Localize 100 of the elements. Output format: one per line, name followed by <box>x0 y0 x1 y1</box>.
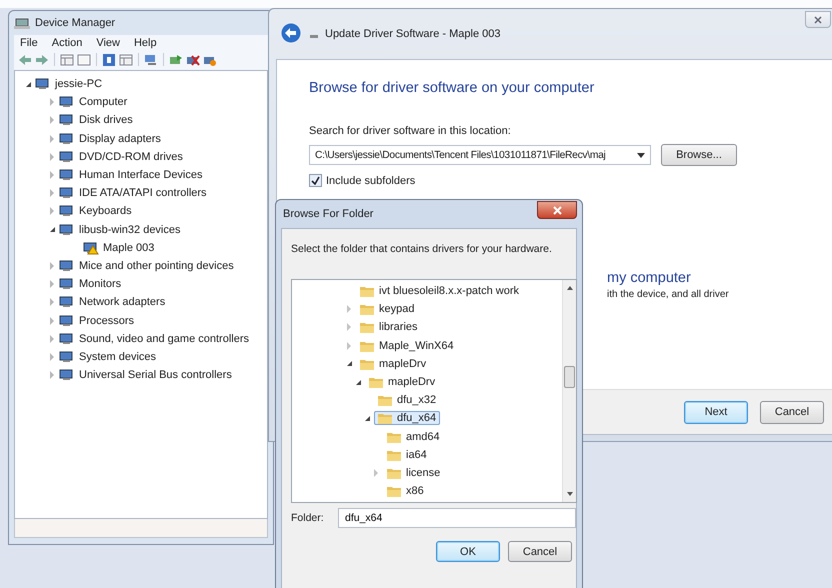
forward-arrow-icon[interactable] <box>35 54 49 66</box>
window-icon[interactable] <box>77 54 91 66</box>
tree-item[interactable]: libusb-win32 devices <box>79 224 180 236</box>
tree-item[interactable]: IDE ATA/ATAPI controllers <box>79 187 207 200</box>
option-description: ith the device, and all driver <box>607 289 729 300</box>
tree-item[interactable]: Display adapters <box>79 132 161 145</box>
tree-item[interactable]: Processors <box>79 314 134 327</box>
collapsed-arrow-icon[interactable] <box>50 334 54 343</box>
collapsed-arrow-icon[interactable] <box>347 305 351 314</box>
folder-item[interactable]: ivt bluesoleil8.x.x-patch work <box>356 284 524 298</box>
collapsed-arrow-icon[interactable] <box>50 189 54 198</box>
tree-item[interactable]: Sound, video and game controllers <box>79 332 249 345</box>
collapsed-arrow-icon[interactable] <box>50 352 54 361</box>
table-icon[interactable] <box>60 54 74 66</box>
browse-button[interactable]: Browse... <box>661 144 737 166</box>
collapsed-arrow-icon[interactable] <box>50 134 54 143</box>
expanded-arrow-icon[interactable] <box>50 227 54 232</box>
scrollbar[interactable] <box>562 280 576 502</box>
next-button[interactable]: Next <box>684 400 748 424</box>
location-combo-box[interactable]: C:\Users\jessie\Documents\Tencent Files\1031011871\FileRecv\maj <box>309 145 651 165</box>
monitor-icon[interactable] <box>144 54 158 66</box>
window-title: Browse For Folder <box>283 208 374 220</box>
collapsed-arrow-icon[interactable] <box>50 316 54 325</box>
folder-item[interactable]: dfu_x64 <box>374 411 440 426</box>
collapsed-arrow-icon[interactable] <box>347 323 351 332</box>
collapsed-arrow-icon[interactable] <box>50 280 54 288</box>
folder-item[interactable]: ia64 <box>383 448 431 462</box>
checkmark-icon <box>311 176 320 185</box>
folder-icon <box>360 285 374 298</box>
tree-item[interactable]: Maple 003 <box>103 242 154 254</box>
collapsed-arrow-icon[interactable] <box>50 152 54 161</box>
folder-icon <box>387 430 401 443</box>
folder-item[interactable]: Maple_WinX64 <box>356 338 458 353</box>
menu-item[interactable]: Action <box>52 37 82 49</box>
window-title: Update Driver Software - Maple 003 <box>325 28 500 40</box>
menu-item[interactable]: View <box>96 37 120 49</box>
ok-button[interactable]: OK <box>436 541 500 562</box>
folder-item[interactable]: amd64 <box>383 430 444 444</box>
tree-item[interactable]: Computer <box>79 96 128 108</box>
collapsed-arrow-icon[interactable] <box>50 116 54 124</box>
tree-item[interactable]: Keyboards <box>79 205 132 218</box>
folder-icon <box>387 466 401 479</box>
caret-icon <box>637 152 645 158</box>
folder-item[interactable]: keypad <box>356 302 418 316</box>
field-label: Search for driver software in this location: <box>309 125 512 137</box>
folder-icon <box>387 485 401 498</box>
folder-icon <box>387 448 401 461</box>
folder-icon <box>369 376 383 388</box>
tree-item[interactable]: jessie-PC <box>55 78 102 90</box>
cancel-button[interactable]: Cancel <box>508 541 572 562</box>
include-subfolders-checkbox[interactable]: Include subfolders <box>309 174 416 187</box>
collapsed-arrow-icon[interactable] <box>50 207 54 216</box>
folder-input-field[interactable]: dfu_x64 <box>338 508 576 528</box>
expanded-arrow-icon[interactable] <box>26 82 30 87</box>
close-button[interactable] <box>537 201 577 219</box>
folder-icon <box>360 303 374 316</box>
collapsed-arrow-icon[interactable] <box>347 342 351 350</box>
folder-icon <box>360 340 374 352</box>
tree-item[interactable]: Network adapters <box>79 296 166 308</box>
instruction-text: Select the folder that contains drivers for your hardware. <box>291 243 553 255</box>
tree-item[interactable]: DVD/CD-ROM drives <box>79 150 183 163</box>
folder-item[interactable]: dfu_x32 <box>374 393 440 408</box>
table-icon[interactable] <box>119 54 133 66</box>
back-arrow-icon[interactable] <box>18 54 32 66</box>
option-title[interactable]: my computer <box>607 270 729 286</box>
tree-item[interactable]: Universal Serial Bus controllers <box>79 369 232 382</box>
expanded-arrow-icon[interactable] <box>356 380 360 385</box>
help-icon[interactable] <box>102 54 116 66</box>
field-label: Folder: <box>291 512 325 524</box>
computer-icon <box>14 16 30 30</box>
tree-item[interactable]: Mice and other pointing devices <box>79 260 234 272</box>
collapsed-arrow-icon[interactable] <box>50 298 54 306</box>
back-button[interactable] <box>281 23 303 45</box>
tree-item[interactable]: Human Interface Devices <box>79 169 202 182</box>
cancel-button[interactable]: Cancel <box>760 400 824 424</box>
menu-item[interactable]: File <box>20 37 38 49</box>
collapsed-arrow-icon[interactable] <box>50 262 54 270</box>
page-heading: Browse for driver software on your computer <box>309 80 596 96</box>
close-icon <box>814 16 822 24</box>
update-device-icon[interactable] <box>169 54 183 66</box>
folder-item[interactable]: x86 <box>383 484 428 498</box>
tree-item[interactable]: Monitors <box>79 278 122 290</box>
folder-icon <box>378 412 392 424</box>
collapsed-arrow-icon[interactable] <box>50 98 54 106</box>
folder-item[interactable]: license <box>383 466 444 480</box>
folder-item[interactable]: mapleDrv <box>365 375 440 390</box>
collapsed-arrow-icon[interactable] <box>50 371 54 380</box>
menu-item[interactable]: Help <box>134 37 157 49</box>
window-title: Device Manager <box>35 17 116 29</box>
tree-item[interactable]: Disk drives <box>79 114 133 126</box>
collapsed-arrow-icon[interactable] <box>50 171 54 180</box>
folder-item[interactable]: libraries <box>356 320 422 334</box>
tree-item[interactable]: System devices <box>79 350 156 363</box>
remove-device-icon[interactable] <box>186 54 200 66</box>
close-button[interactable] <box>805 11 831 28</box>
collapsed-arrow-icon[interactable] <box>374 468 378 477</box>
expanded-arrow-icon[interactable] <box>346 361 352 366</box>
folder-icon <box>378 394 392 406</box>
folder-item[interactable]: mapleDrv <box>356 356 430 371</box>
folder-icon <box>360 321 374 334</box>
